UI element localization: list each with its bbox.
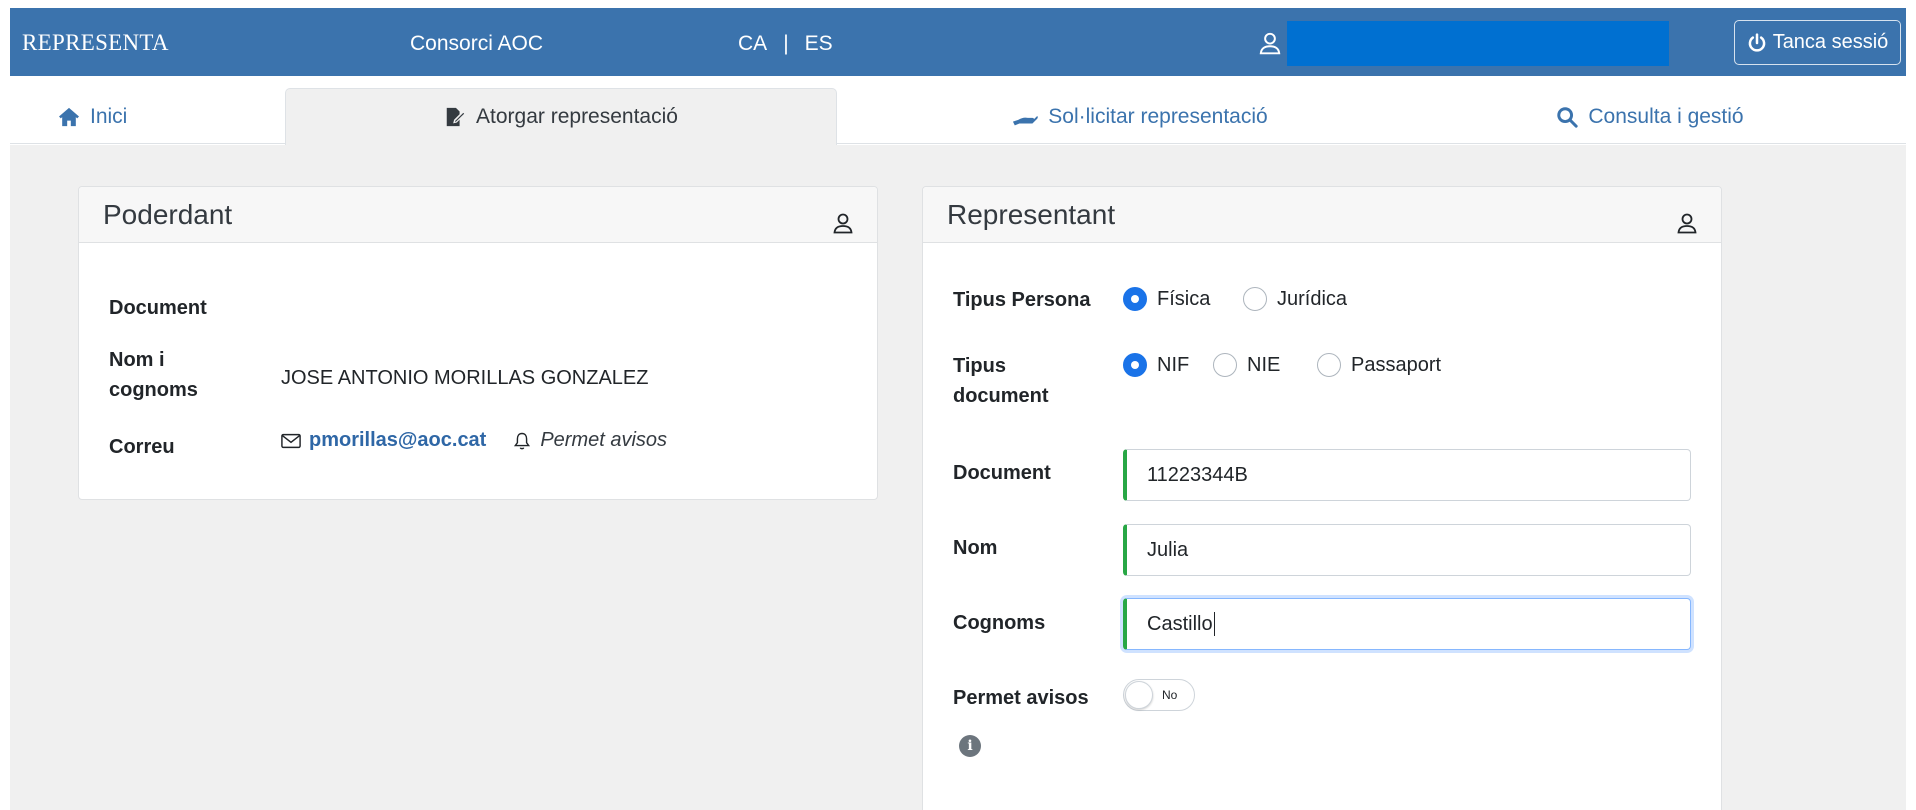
radio-label: Física — [1157, 287, 1211, 310]
card-header: Representant — [923, 187, 1721, 243]
organization-name: Consorci AOC — [410, 32, 544, 55]
hand-icon — [1013, 115, 1039, 125]
text-caret — [1213, 612, 1215, 636]
lang-es-link[interactable]: ES — [805, 32, 833, 56]
main-tabs: Inici Atorgar representació Sol·licitar … — [10, 76, 1906, 145]
brand-logo[interactable]: REPRESENTA — [22, 30, 169, 56]
home-icon — [59, 107, 79, 126]
tab-inici[interactable]: Inici — [50, 88, 170, 145]
tab-atorgar[interactable]: Atorgar representació — [285, 88, 837, 145]
tab-label: Sol·licitar representació — [1048, 104, 1268, 128]
radio-label: NIF — [1157, 353, 1190, 376]
nom-input[interactable]: Julia — [1123, 524, 1691, 576]
representant-card: Representant Tipus Persona Física Jurídi… — [922, 186, 1722, 810]
toggle-state-label: No — [1162, 688, 1178, 702]
sign-document-icon — [446, 107, 465, 127]
radio-passaport[interactable]: Passaport — [1317, 353, 1441, 377]
tab-sollicitar[interactable]: Sol·licitar representació — [860, 88, 1420, 145]
name-label: Nom i cognoms — [109, 345, 198, 405]
info-icon[interactable]: i — [959, 735, 981, 757]
name-label-line2: cognoms — [109, 379, 198, 401]
tab-label: Inici — [90, 104, 128, 128]
radio-nie[interactable]: NIE — [1213, 353, 1280, 377]
user-icon — [1677, 213, 1697, 234]
cognoms-label: Cognoms — [953, 612, 1046, 634]
logout-button[interactable]: Tanca sessió — [1734, 20, 1901, 65]
search-icon — [1557, 106, 1578, 128]
email-row: pmorillas@aoc.cat Permet avisos — [281, 429, 667, 452]
email-label: Correu — [109, 436, 175, 458]
cognoms-input[interactable]: Castillo — [1123, 598, 1691, 650]
permet-avisos-toggle[interactable]: No — [1123, 679, 1195, 711]
user-name-redacted — [1287, 21, 1669, 66]
card-header: Poderdant — [79, 187, 877, 243]
logout-label: Tanca sessió — [1772, 31, 1889, 53]
user-icon — [1259, 32, 1281, 55]
radio-label: Jurídica — [1277, 287, 1348, 310]
radio-circle[interactable] — [1213, 353, 1237, 377]
radio-circle-checked[interactable] — [1123, 353, 1147, 377]
email-link[interactable]: pmorillas@aoc.cat — [309, 429, 486, 452]
radio-label: Passaport — [1351, 353, 1442, 376]
poderdant-card: Poderdant Document Nom i cognoms JOSE AN… — [78, 186, 878, 500]
tipus-persona-label: Tipus Persona — [953, 289, 1091, 311]
name-label-line1: Nom i — [109, 349, 165, 371]
card-title: Representant — [947, 199, 1116, 230]
name-value: JOSE ANTONIO MORILLAS GONZALEZ — [281, 367, 649, 389]
radio-circle[interactable] — [1243, 287, 1267, 311]
nom-label: Nom — [953, 537, 998, 559]
envelope-icon — [281, 433, 301, 448]
user-icon — [833, 213, 853, 234]
language-switcher: CA | ES — [738, 32, 833, 56]
tab-label: Consulta i gestió — [1588, 104, 1744, 128]
tipus-document-label-line1: Tipus — [953, 355, 1006, 377]
radio-circle-checked[interactable] — [1123, 287, 1147, 311]
tipus-document-label: Tipus document — [953, 351, 1049, 411]
tab-consulta[interactable]: Consulta i gestió — [1450, 88, 1850, 145]
document-label: Document — [953, 462, 1051, 484]
radio-nif[interactable]: NIF — [1123, 353, 1189, 377]
power-icon — [1748, 32, 1766, 52]
document-label: Document — [109, 297, 207, 319]
avisos-label: Permet avisos — [540, 429, 668, 451]
radio-label: NIE — [1247, 353, 1281, 376]
top-navbar: REPRESENTA Consorci AOC CA | ES Tanca se… — [10, 8, 1906, 76]
bell-icon — [514, 432, 531, 449]
document-input[interactable]: 11223344B — [1123, 449, 1691, 501]
card-title: Poderdant — [103, 199, 233, 230]
tipus-document-label-line2: document — [953, 385, 1049, 407]
lang-separator: | — [783, 32, 789, 55]
lang-ca-link[interactable]: CA — [738, 32, 767, 56]
toggle-knob[interactable] — [1125, 681, 1153, 709]
radio-fisica[interactable]: Física — [1123, 287, 1210, 311]
cognoms-input-value: Castillo — [1147, 612, 1213, 635]
main-content: Poderdant Document Nom i cognoms JOSE AN… — [10, 145, 1906, 810]
permet-avisos-label: Permet avisos — [953, 687, 1089, 709]
tab-label: Atorgar representació — [476, 105, 678, 128]
radio-circle[interactable] — [1317, 353, 1341, 377]
radio-juridica[interactable]: Jurídica — [1243, 287, 1347, 311]
